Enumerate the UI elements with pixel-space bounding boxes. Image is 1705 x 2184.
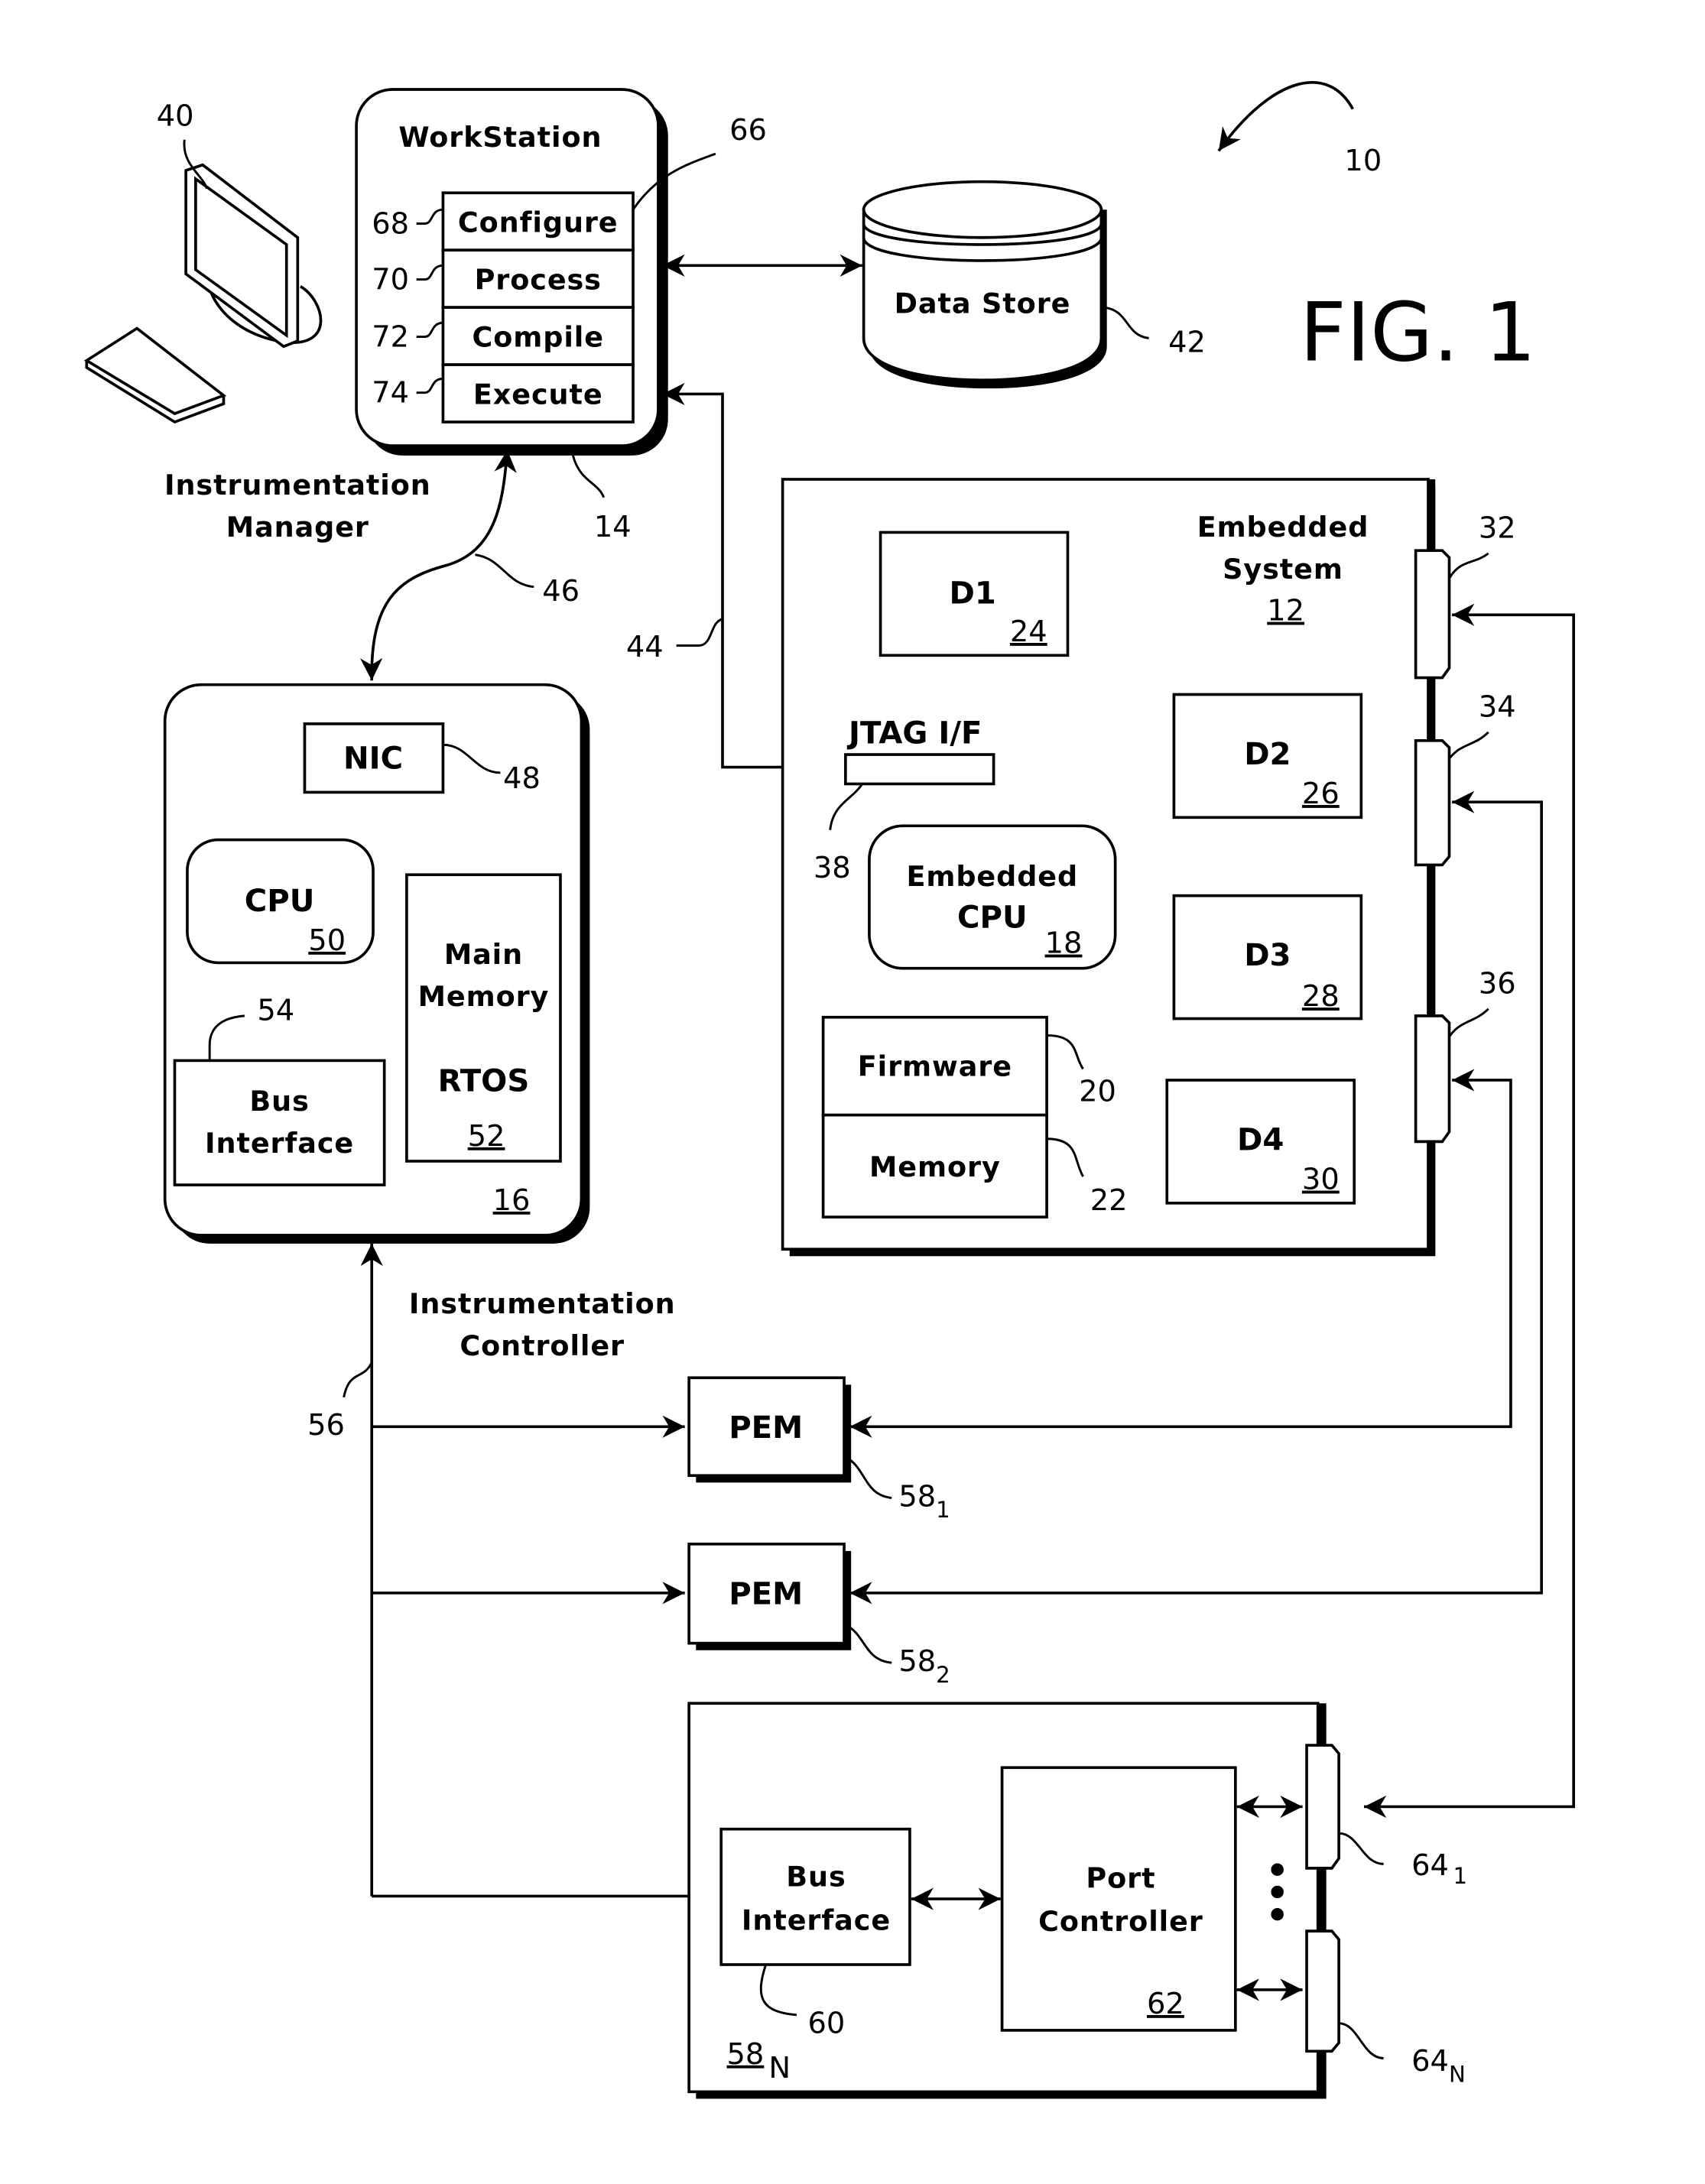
module-configure-ref: 68 — [372, 206, 409, 241]
port-34[interactable] — [1414, 738, 1451, 867]
workstation-ref: 14 — [594, 510, 632, 544]
device-d2-ref: 26 — [1302, 777, 1340, 811]
port-36-ref: 36 — [1479, 967, 1516, 1001]
device-d1-ref: 24 — [1010, 615, 1047, 649]
pem-n-sub: N — [768, 2051, 791, 2085]
pem-n-bus-interface-box — [719, 1827, 911, 1966]
pem2-ref: 582 — [898, 1644, 950, 1688]
memory-label: Memory — [869, 1150, 1001, 1183]
pem2-label: PEM — [729, 1576, 803, 1611]
workstation-title: WorkStation — [398, 121, 602, 154]
module-execute[interactable]: Execute — [473, 378, 603, 411]
module-execute-ref: 74 — [372, 375, 409, 410]
embedded-system-ref: 12 — [1267, 594, 1304, 628]
bus-interface-label-2: Interface — [205, 1127, 354, 1160]
port-64-1[interactable] — [1305, 1744, 1340, 1870]
port-34-leader — [1448, 731, 1489, 760]
bus-interface-box — [173, 1059, 386, 1186]
nic-label: NIC — [343, 741, 403, 776]
computer-ref: 40 — [157, 99, 194, 134]
port-32-leader — [1448, 552, 1489, 579]
port-36[interactable] — [1414, 1014, 1451, 1144]
port-36-leader — [1448, 1008, 1489, 1038]
port-controller-ref: 62 — [1147, 1987, 1184, 2021]
system-ref: 10 — [1344, 144, 1382, 178]
memory-ref: 22 — [1090, 1183, 1128, 1218]
database-cylinder-icon — [862, 180, 1107, 389]
embedded-system-title-2: System — [1223, 553, 1343, 586]
workstation-leader — [572, 455, 606, 498]
manager-controller-ref: 46 — [542, 574, 580, 608]
pem-n-bus-interface-label-2: Interface — [742, 1903, 891, 1936]
port-34-ref: 34 — [1479, 690, 1516, 725]
module-process[interactable]: Process — [475, 263, 602, 296]
module-compile[interactable]: Compile — [473, 320, 604, 353]
jtag-interface[interactable] — [844, 753, 995, 786]
main-memory-label-1: Main — [444, 938, 523, 971]
main-memory-label-2: Memory — [418, 980, 550, 1013]
pem-n-ref: 58 — [726, 2037, 764, 2072]
port-64-1-leader — [1338, 1832, 1384, 1865]
port-controller-label-1: Port — [1086, 1861, 1155, 1894]
rtos-label: RTOS — [438, 1064, 530, 1099]
figure-title: FIG. 1 — [1300, 287, 1536, 381]
bus-leader — [343, 1361, 373, 1398]
cpu-ref: 50 — [308, 923, 346, 958]
data-store-label: Data Store — [895, 287, 1071, 320]
bus-interface-label-1: Bus — [249, 1085, 309, 1118]
desktop-computer-icon — [83, 163, 323, 424]
system-ref-arrow — [1217, 81, 1354, 152]
pem1-ref: 581 — [898, 1479, 950, 1523]
pem-n-bus-interface-ref: 60 — [808, 2007, 846, 2041]
nic-ref: 48 — [503, 761, 541, 796]
port-64-n-leader — [1338, 2022, 1384, 2059]
device-d4-label: D4 — [1237, 1122, 1284, 1157]
jtag-ref: 38 — [814, 851, 851, 885]
embedded-cpu-label-1: Embedded — [906, 860, 1078, 893]
module-configure[interactable]: Configure — [458, 206, 619, 239]
port-64-n-ref: 64N — [1411, 2044, 1466, 2088]
port-32-ref: 32 — [1479, 511, 1516, 546]
port-32[interactable] — [1414, 549, 1451, 680]
jtag-label: JTAG I/F — [846, 716, 982, 751]
controller-ref: 16 — [493, 1183, 531, 1218]
cpu-label: CPU — [245, 884, 315, 919]
module-compile-ref: 72 — [372, 320, 409, 354]
port-controller-box — [1000, 1766, 1237, 2032]
system-diagram: FIG. 1 10 40 WorkStation Configure Proce… — [83, 81, 1576, 2099]
device-d1-label: D1 — [950, 576, 996, 612]
main-memory-box — [405, 873, 562, 1163]
pem2-leader — [843, 1622, 892, 1664]
pem1-label: PEM — [729, 1410, 803, 1446]
embedded-cpu-ref: 18 — [1045, 926, 1083, 961]
device-d2-label: D2 — [1244, 737, 1291, 772]
device-d3-label: D3 — [1244, 938, 1291, 973]
embedded-system-title-1: Embedded — [1197, 511, 1369, 544]
port-controller-label-2: Controller — [1038, 1905, 1203, 1938]
ellipsis-dots — [1271, 1863, 1284, 1921]
firmware-label: Firmware — [858, 1050, 1012, 1082]
port-64-n[interactable] — [1305, 1929, 1340, 2053]
bus-ref: 56 — [307, 1408, 345, 1442]
instrumentation-manager-label-1: Instrumentation — [164, 469, 431, 501]
module-process-ref: 70 — [372, 262, 409, 297]
data-store-ref: 42 — [1168, 326, 1206, 360]
main-memory-ref: 52 — [468, 1119, 505, 1154]
firmware-ref: 20 — [1079, 1074, 1116, 1108]
jtag-link-leader — [676, 618, 723, 647]
jtag-link-ref: 44 — [626, 630, 664, 664]
instrumentation-controller-label-2: Controller — [460, 1329, 625, 1362]
modules-ref: 66 — [729, 113, 767, 148]
manager-controller-leader — [475, 553, 534, 589]
device-d4-ref: 30 — [1302, 1163, 1340, 1197]
pem1-leader — [843, 1455, 892, 1499]
embedded-cpu-label-2: CPU — [957, 901, 1028, 936]
instrumentation-manager-label-2: Manager — [226, 511, 369, 544]
data-store-leader — [1103, 306, 1149, 339]
device-d3-ref: 28 — [1302, 979, 1340, 1014]
instrumentation-controller-label-1: Instrumentation — [409, 1287, 676, 1320]
port-64-1-ref: 64 1 — [1411, 1848, 1467, 1889]
bus-interface-ref: 54 — [257, 993, 294, 1027]
pem-n-bus-interface-label-1: Bus — [786, 1861, 846, 1894]
